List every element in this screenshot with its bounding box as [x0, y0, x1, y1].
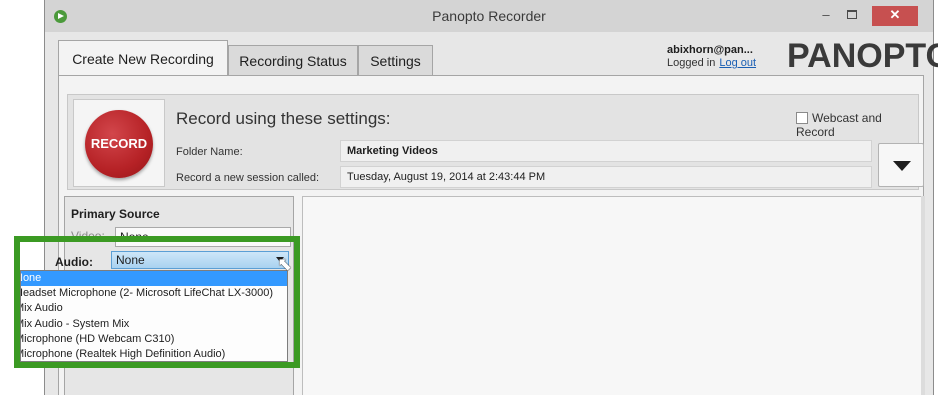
folder-name-field[interactable]: Marketing Videos	[340, 140, 872, 162]
audio-select-value: None	[116, 253, 145, 267]
video-preview-area	[302, 196, 923, 395]
panopto-logo: PANOPTO	[787, 37, 938, 75]
scrollbar[interactable]	[921, 196, 925, 395]
screen: Panopto Recorder – ✕ Create New Recordin…	[0, 0, 938, 395]
logout-link[interactable]: Log out	[719, 57, 756, 69]
audio-option[interactable]: None	[21, 271, 287, 287]
audio-option[interactable]: Mix Audio	[21, 301, 287, 316]
title-bar[interactable]: Panopto Recorder – ✕	[45, 0, 933, 32]
maximize-button[interactable]	[843, 6, 861, 26]
audio-label: Audio:	[55, 255, 93, 269]
tab-recording-status[interactable]: Recording Status	[228, 45, 358, 75]
primary-source-title: Primary Source	[71, 207, 160, 221]
mouse-cursor-icon: ⬉	[277, 254, 293, 275]
webcast-label: Webcast and Record	[796, 111, 882, 139]
session-name-label: Record a new session called:	[176, 172, 320, 184]
audio-option[interactable]: Mix Audio - System Mix	[21, 317, 287, 332]
tab-create-new-recording[interactable]: Create New Recording	[58, 40, 228, 76]
webcast-checkbox[interactable]: Webcast and Record	[796, 111, 918, 139]
session-name-field[interactable]: Tuesday, August 19, 2014 at 2:43:44 PM	[340, 166, 872, 188]
audio-select[interactable]: None	[111, 251, 289, 269]
login-status: Logged in Log out	[667, 57, 756, 70]
audio-option[interactable]: Microphone (Realtek High Definition Audi…	[21, 347, 287, 361]
tab-settings[interactable]: Settings	[358, 45, 433, 75]
user-name: abixhorn@pan...	[667, 44, 753, 56]
record-button[interactable]: RECORD	[85, 110, 153, 178]
audio-option[interactable]: Headset Microphone (2- Microsoft LifeCha…	[21, 286, 287, 301]
login-status-text: Logged in	[667, 57, 716, 69]
record-button-frame: RECORD	[73, 99, 165, 187]
user-info: abixhorn@pan... Logged in Log out	[667, 44, 756, 70]
folder-dropdown-button[interactable]	[878, 143, 924, 187]
audio-dropdown-list: None Headset Microphone (2- Microsoft Li…	[20, 270, 288, 362]
record-settings-panel: RECORD Record using these settings: Webc…	[67, 94, 924, 190]
minimize-button[interactable]: –	[817, 6, 835, 26]
folder-name-label: Folder Name:	[176, 146, 243, 158]
record-settings-heading: Record using these settings:	[176, 109, 391, 128]
window-title: Panopto Recorder	[432, 8, 546, 24]
checkbox-icon[interactable]	[796, 112, 808, 124]
close-button[interactable]: ✕	[872, 6, 918, 26]
audio-option[interactable]: Microphone (HD Webcam C310)	[21, 332, 287, 347]
maximize-icon	[847, 10, 857, 19]
